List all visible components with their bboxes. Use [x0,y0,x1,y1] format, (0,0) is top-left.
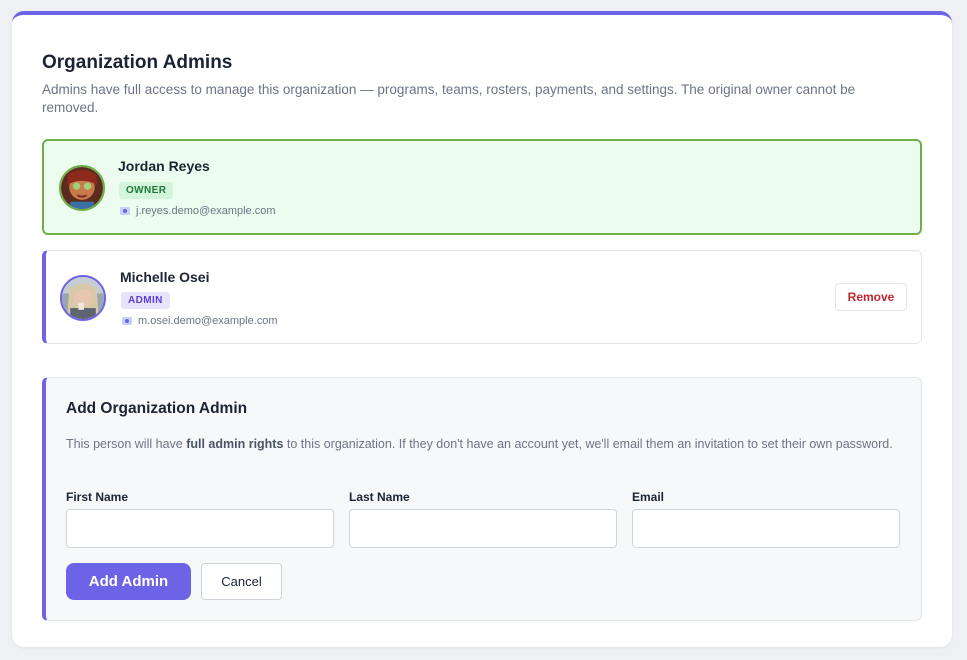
avatar-image [62,277,104,319]
page-description: Admins have full access to manage this o… [42,82,856,115]
last-name-label: Last Name [349,490,410,504]
email-label: Email [632,490,665,504]
avatar [60,275,106,321]
first-name-input[interactable] [66,509,334,548]
admin-row-admin: Michelle Osei ADMIN m.osei.demo@example.… [42,250,922,344]
last-name-input[interactable] [349,509,617,548]
add-admin-button[interactable]: Add Admin [66,563,191,600]
desc-suffix: to this organization. If they don't have… [283,437,893,451]
admin-email: j.reyes.demo@example.com [120,205,276,217]
admin-email-text: m.osei.demo@example.com [138,315,278,327]
email-input[interactable] [632,509,900,548]
role-badge-admin: ADMIN [121,292,170,309]
add-admin-panel: Add Organization Admin This person will … [42,377,922,621]
org-admins-card: Organization Admins Admins have full acc… [12,11,952,647]
add-admin-title: Add Organization Admin [66,400,248,417]
remove-admin-button[interactable]: Remove [835,283,907,311]
page-title: Organization Admins [42,52,233,73]
add-admin-description: This person will have full admin rights … [66,435,896,453]
first-name-label: First Name [66,490,129,504]
mail-icon [120,207,130,215]
cancel-button[interactable]: Cancel [201,563,282,600]
admin-name: Michelle Osei [120,269,210,285]
admin-email-text: j.reyes.demo@example.com [136,205,276,217]
admin-email: m.osei.demo@example.com [122,315,278,327]
admin-name: Jordan Reyes [118,158,210,174]
admin-row-owner: Jordan Reyes OWNER j.reyes.demo@example.… [42,139,922,235]
desc-prefix: This person will have [66,437,187,451]
avatar [59,165,105,211]
mail-icon [122,317,132,325]
avatar-image [61,167,103,209]
role-badge-owner: OWNER [119,182,174,199]
desc-bold: full admin rights [186,437,284,451]
